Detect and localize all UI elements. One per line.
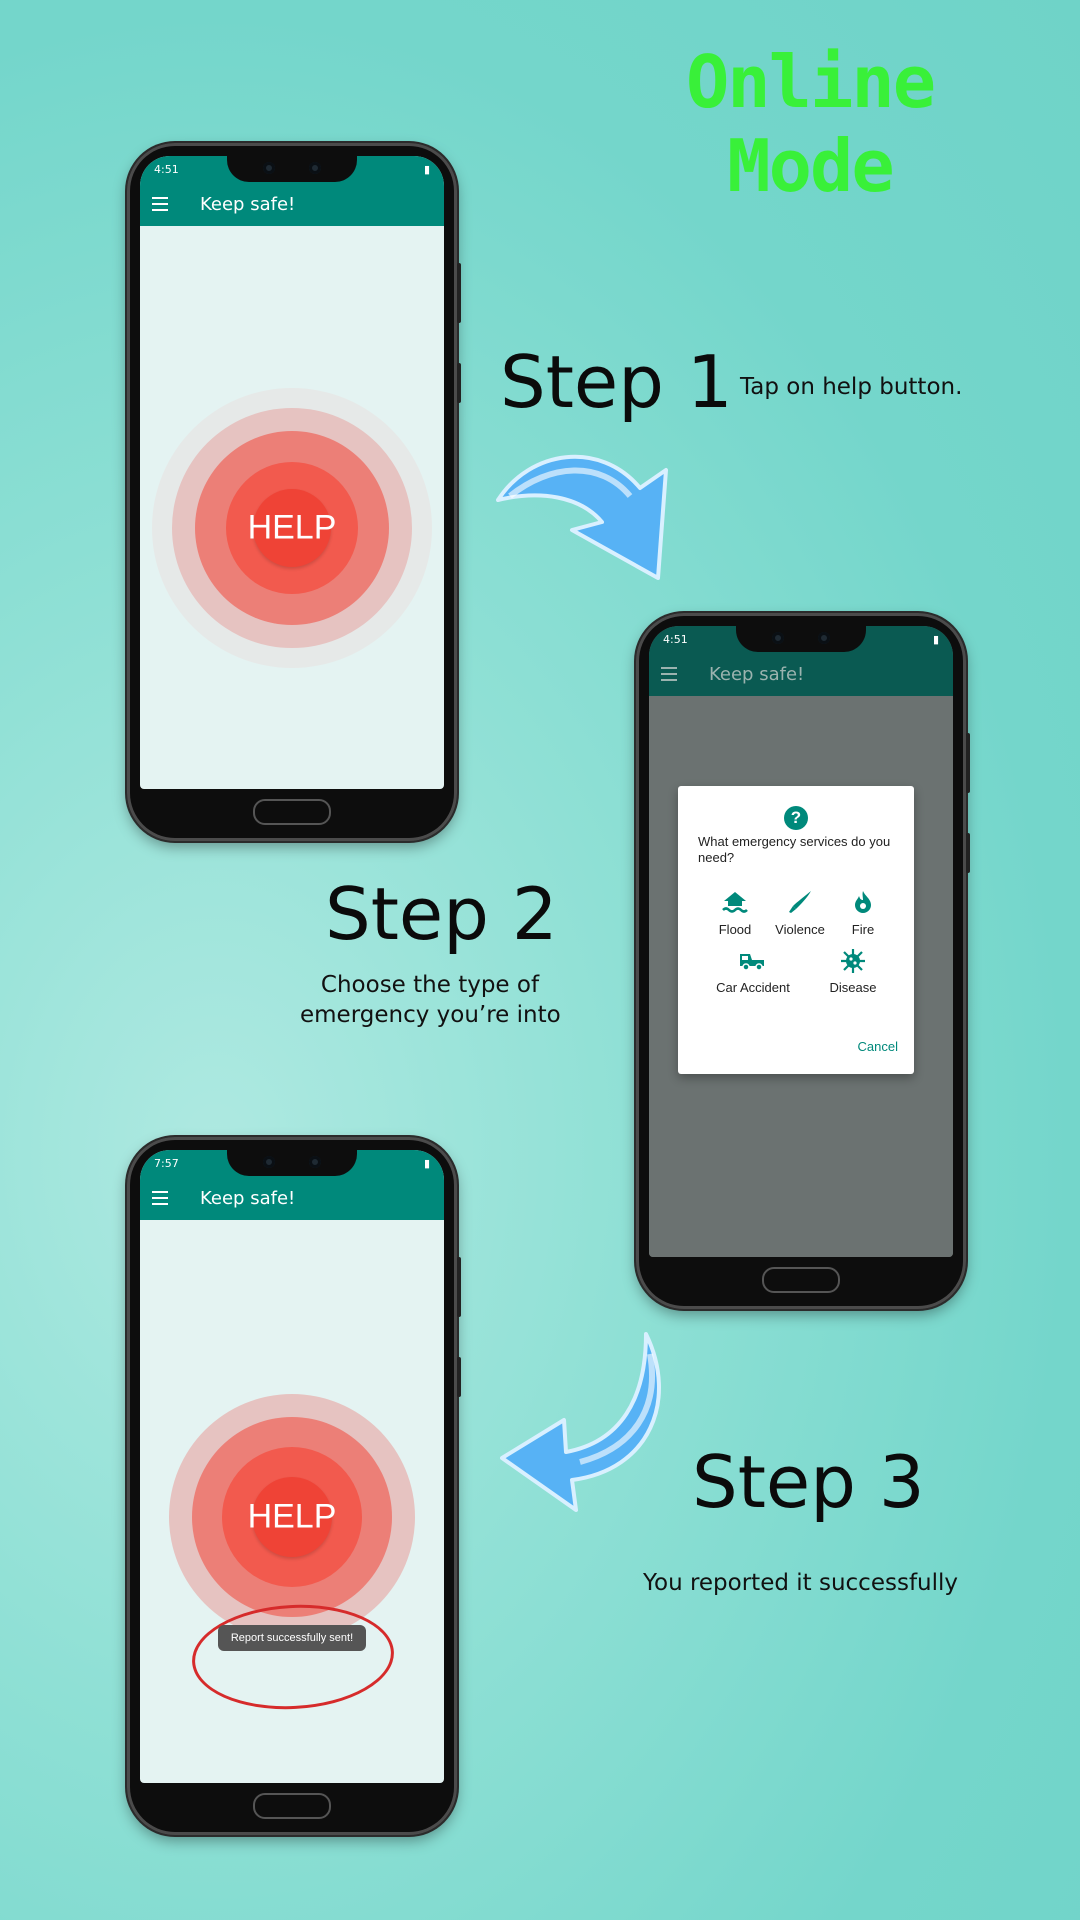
phone-step-1: 4:51 ▮ Keep safe! HELP <box>127 143 461 841</box>
status-bar: 7:57 ▮ <box>140 1150 444 1178</box>
app-bar: Keep safe! <box>140 184 444 226</box>
phone-step-3: 7:57 ▮ Keep safe! HELP Report successful… <box>127 1137 461 1835</box>
step-2-description-line2: emergency you’re into <box>300 1002 561 1028</box>
dialog-question: What emergency services do you need? <box>698 834 891 865</box>
app-bar: Keep safe! <box>140 1178 444 1220</box>
option-label: Violence <box>775 922 825 937</box>
battery-icon: ▮ <box>423 1157 430 1170</box>
option-label: Flood <box>718 922 752 937</box>
option-label: Fire <box>851 922 875 937</box>
battery-icon: ▮ <box>932 633 939 646</box>
status-bar: 4:51 ▮ <box>140 156 444 184</box>
app-bar: Keep safe! <box>649 654 953 696</box>
curved-arrow-down-right-icon <box>496 454 668 580</box>
app-title: Keep safe! <box>200 194 296 215</box>
step-3-description: You reported it successfully <box>643 1570 959 1596</box>
toast-message: Report successfully sent! <box>218 1625 366 1651</box>
option-label: Car Accident <box>716 980 790 995</box>
home-button[interactable] <box>762 1267 840 1293</box>
question-icon: ? <box>784 806 808 830</box>
hamburger-menu-icon[interactable] <box>661 667 677 681</box>
status-time: 7:57 <box>154 1157 179 1170</box>
step-2-heading: Step 2 <box>325 872 558 956</box>
phone-screen: 4:51 ▮ Keep safe! HELP <box>140 156 444 789</box>
step-1-description: Tap on help button. <box>740 374 963 400</box>
step-2-description: Choose the type of emergency you’re into <box>300 970 561 1030</box>
home-button[interactable] <box>253 1793 331 1819</box>
status-bar: 4:51 ▮ <box>649 626 953 654</box>
option-car-accident[interactable]: Car Accident <box>708 948 798 995</box>
option-flood[interactable]: Flood <box>710 890 760 937</box>
fire-icon <box>840 890 886 916</box>
step-3-heading: Step 3 <box>692 1440 925 1524</box>
option-violence[interactable]: Violence <box>770 890 830 937</box>
emergency-type-dialog: ? What emergency services do you need? F… <box>678 786 914 1074</box>
step-2-description-line1: Choose the type of <box>320 972 540 998</box>
status-time: 4:51 <box>663 633 688 646</box>
tow-truck-icon <box>708 948 798 974</box>
knife-icon <box>770 890 830 916</box>
hamburger-menu-icon[interactable] <box>152 1191 168 1205</box>
app-title: Keep safe! <box>200 1188 296 1209</box>
cancel-button[interactable]: Cancel <box>858 1039 898 1054</box>
curved-arrow-down-left-icon <box>500 1332 661 1512</box>
virus-icon <box>818 948 888 974</box>
flood-icon <box>710 890 760 916</box>
help-button[interactable]: HELP <box>152 388 432 668</box>
option-fire[interactable]: Fire <box>840 890 886 937</box>
option-label: Disease <box>829 980 877 995</box>
battery-icon: ▮ <box>423 163 430 176</box>
step-1-heading: Step 1 <box>500 340 733 424</box>
app-title: Keep safe! <box>709 664 805 685</box>
home-button[interactable] <box>253 799 331 825</box>
help-label: HELP <box>247 1497 337 1536</box>
option-disease[interactable]: Disease <box>818 948 888 995</box>
phone-screen: 4:51 ▮ Keep safe! ? What emergency servi… <box>649 626 953 1257</box>
page-title: Online Mode <box>685 40 936 208</box>
help-label: HELP <box>247 508 337 547</box>
phone-step-2: 4:51 ▮ Keep safe! ? What emergency servi… <box>636 613 970 1309</box>
hamburger-menu-icon[interactable] <box>152 197 168 211</box>
phone-screen: 7:57 ▮ Keep safe! HELP Report successful… <box>140 1150 444 1783</box>
status-time: 4:51 <box>154 163 179 176</box>
